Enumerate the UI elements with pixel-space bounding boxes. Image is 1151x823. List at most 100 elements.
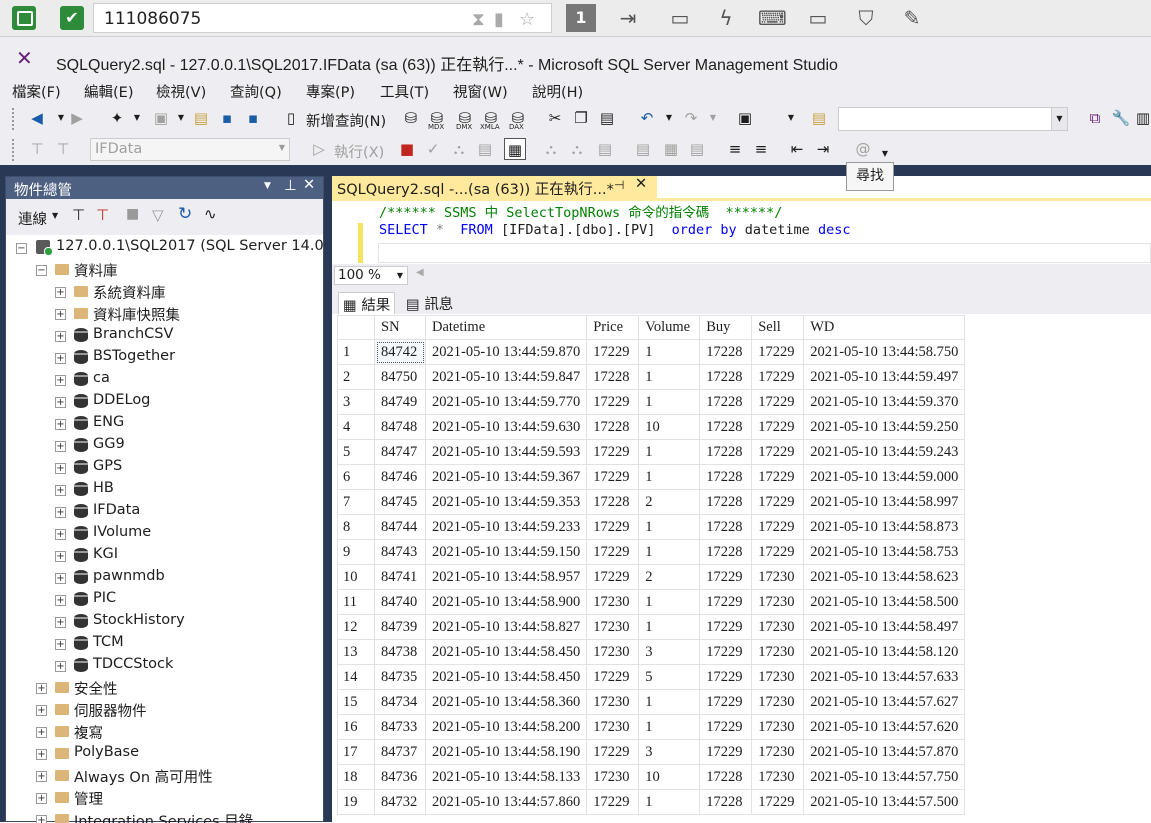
table-cell[interactable]: 17230 bbox=[751, 664, 805, 690]
row-number-cell[interactable]: 10 bbox=[337, 564, 375, 590]
table-cell[interactable]: 17228 bbox=[699, 514, 753, 540]
table-cell[interactable]: 17230 bbox=[751, 589, 805, 615]
table-cell[interactable]: 17229 bbox=[586, 664, 640, 690]
column-header[interactable]: Sell bbox=[751, 315, 805, 340]
table-cell[interactable]: 84741 bbox=[374, 564, 426, 590]
table-cell[interactable]: 17230 bbox=[586, 689, 640, 715]
table-cell[interactable]: 2021-05-10 13:44:59.000 bbox=[803, 464, 966, 490]
table-cell[interactable]: 17229 bbox=[751, 439, 805, 465]
toolbar-grip[interactable] bbox=[12, 108, 16, 130]
table-cell[interactable]: 2021-05-10 13:44:58.623 bbox=[803, 564, 966, 590]
stop-icon[interactable]: ■ bbox=[396, 138, 418, 160]
new-query-button[interactable]: 新增查詢(N) bbox=[306, 110, 386, 131]
new-query-icon[interactable]: ▯ bbox=[280, 107, 302, 129]
results-file-icon[interactable]: ▤ bbox=[686, 138, 708, 160]
table-cell[interactable]: 2021-05-10 13:44:57.860 bbox=[424, 789, 588, 815]
hourglass-icon[interactable]: ⧗ bbox=[472, 9, 485, 30]
column-header[interactable]: WD bbox=[803, 315, 966, 340]
table-cell[interactable]: 17228 bbox=[699, 539, 753, 565]
row-number-cell[interactable]: 5 bbox=[337, 439, 375, 465]
undo-icon[interactable]: ↶ bbox=[636, 107, 658, 129]
table-cell[interactable]: 17228 bbox=[699, 414, 753, 440]
chevron-down-icon[interactable]: ▼ bbox=[264, 181, 271, 191]
forward-icon[interactable]: ▶ bbox=[66, 107, 88, 129]
chevron-down-icon[interactable]: ▼ bbox=[170, 107, 192, 129]
tree-database[interactable]: + GG9 bbox=[53, 435, 323, 457]
row-number-cell[interactable]: 7 bbox=[337, 489, 375, 515]
client-stats-icon[interactable]: ▤ bbox=[594, 138, 616, 160]
table-cell[interactable]: 17228 bbox=[586, 364, 640, 390]
table-cell[interactable]: 2021-05-10 13:44:58.997 bbox=[803, 489, 966, 515]
table-cell[interactable]: 17229 bbox=[699, 614, 753, 640]
table-cell[interactable]: 17229 bbox=[699, 739, 753, 765]
table-cell[interactable]: 84737 bbox=[374, 739, 426, 765]
row-number-cell[interactable]: 1 bbox=[337, 339, 375, 365]
tree-server-folder[interactable]: + PolyBase bbox=[34, 743, 314, 765]
table-cell[interactable]: 17229 bbox=[751, 514, 805, 540]
expand-icon[interactable]: + bbox=[55, 639, 66, 650]
table-cell[interactable]: 17229 bbox=[699, 664, 753, 690]
tree-database[interactable]: + IVolume bbox=[53, 523, 323, 545]
table-cell[interactable]: 2021-05-10 13:44:59.233 bbox=[424, 514, 588, 540]
table-cell[interactable]: 84732 bbox=[374, 789, 426, 815]
table-cell[interactable]: 17230 bbox=[586, 714, 640, 740]
zoom-select[interactable]: 100 % ▼ bbox=[334, 266, 408, 285]
chevron-down-icon[interactable]: ▼ bbox=[126, 107, 148, 129]
include-plan-icon[interactable]: ⛬ bbox=[540, 138, 562, 160]
table-cell[interactable]: 17230 bbox=[751, 764, 805, 790]
table-cell[interactable]: 17230 bbox=[586, 614, 640, 640]
expand-icon[interactable]: + bbox=[55, 353, 66, 364]
results-to-grid-icon[interactable]: ▦ bbox=[504, 138, 526, 160]
tree-database[interactable]: + TCM bbox=[53, 633, 323, 655]
outdent-icon[interactable]: ⇤ bbox=[786, 138, 808, 160]
menu-view[interactable]: 檢視(V) bbox=[156, 81, 206, 102]
estimated-plan-icon[interactable]: ⛬ bbox=[448, 138, 470, 160]
paste-icon[interactable]: ▤ bbox=[596, 107, 618, 129]
table-cell[interactable]: 84734 bbox=[374, 689, 426, 715]
table-cell[interactable]: 17230 bbox=[751, 689, 805, 715]
table-cell[interactable]: 17229 bbox=[586, 439, 640, 465]
table-cell[interactable]: 2021-05-10 13:44:59.497 bbox=[803, 364, 966, 390]
table-cell[interactable]: 84742 bbox=[374, 339, 426, 365]
tree-server-folder[interactable]: + 管理 bbox=[34, 787, 314, 809]
wrench-icon[interactable]: 🔧 bbox=[1110, 107, 1132, 129]
tree-server-folder[interactable]: + Always On 高可用性 bbox=[34, 765, 314, 787]
column-header[interactable]: Buy bbox=[699, 315, 753, 340]
keyboard-icon[interactable]: ⌨ bbox=[758, 4, 787, 32]
table-cell[interactable]: 2021-05-10 13:44:59.353 bbox=[424, 489, 588, 515]
tree-database[interactable]: + IFData bbox=[53, 501, 323, 523]
expand-icon[interactable]: + bbox=[55, 441, 66, 452]
table-cell[interactable]: 2021-05-10 13:44:59.367 bbox=[424, 464, 588, 490]
table-cell[interactable]: 17229 bbox=[586, 464, 640, 490]
shield-icon[interactable]: ⛉ bbox=[852, 4, 880, 32]
stop-icon[interactable]: ■ bbox=[126, 206, 139, 222]
close-icon[interactable]: ✕ bbox=[303, 177, 315, 193]
table-cell[interactable]: 1 bbox=[638, 339, 701, 365]
uncomment-icon[interactable]: ≡ bbox=[750, 138, 772, 160]
table-cell[interactable]: 2021-05-10 13:44:57.620 bbox=[803, 714, 966, 740]
comment-icon[interactable]: ≡ bbox=[724, 138, 746, 160]
pin-icon[interactable]: ⊣ bbox=[614, 178, 624, 192]
table-cell[interactable]: 17229 bbox=[751, 489, 805, 515]
chevron-down-icon[interactable]: ▼ bbox=[1051, 108, 1067, 130]
disconnect-icon[interactable]: ⊤ bbox=[96, 206, 109, 224]
table-cell[interactable]: 2021-05-10 13:44:59.370 bbox=[803, 389, 966, 415]
table-cell[interactable]: 84749 bbox=[374, 389, 426, 415]
tree-server-folder[interactable]: + 複寫 bbox=[34, 721, 314, 743]
table-cell[interactable]: 1 bbox=[638, 539, 701, 565]
table-cell[interactable]: 1 bbox=[638, 789, 701, 815]
table-cell[interactable]: 2021-05-10 13:44:59.250 bbox=[803, 414, 966, 440]
expand-icon[interactable]: + bbox=[36, 705, 47, 716]
tree-server-node[interactable]: − 127.0.0.1\SQL2017 (SQL Server 14.0.1 bbox=[14, 237, 323, 259]
column-header[interactable]: Volume bbox=[638, 315, 701, 340]
expand-icon[interactable]: + bbox=[55, 551, 66, 562]
table-cell[interactable]: 2021-05-10 13:44:59.630 bbox=[424, 414, 588, 440]
table-cell[interactable]: 1 bbox=[638, 389, 701, 415]
send-icon[interactable]: ⇥ bbox=[614, 4, 642, 32]
table-cell[interactable]: 2021-05-10 13:44:58.120 bbox=[803, 639, 966, 665]
table-cell[interactable]: 17230 bbox=[751, 739, 805, 765]
tab-results[interactable]: ▦ 結果 bbox=[338, 292, 396, 314]
table-cell[interactable]: 17229 bbox=[751, 539, 805, 565]
results-to-text-icon[interactable]: ▤ bbox=[632, 138, 654, 160]
table-cell[interactable]: 17229 bbox=[751, 339, 805, 365]
